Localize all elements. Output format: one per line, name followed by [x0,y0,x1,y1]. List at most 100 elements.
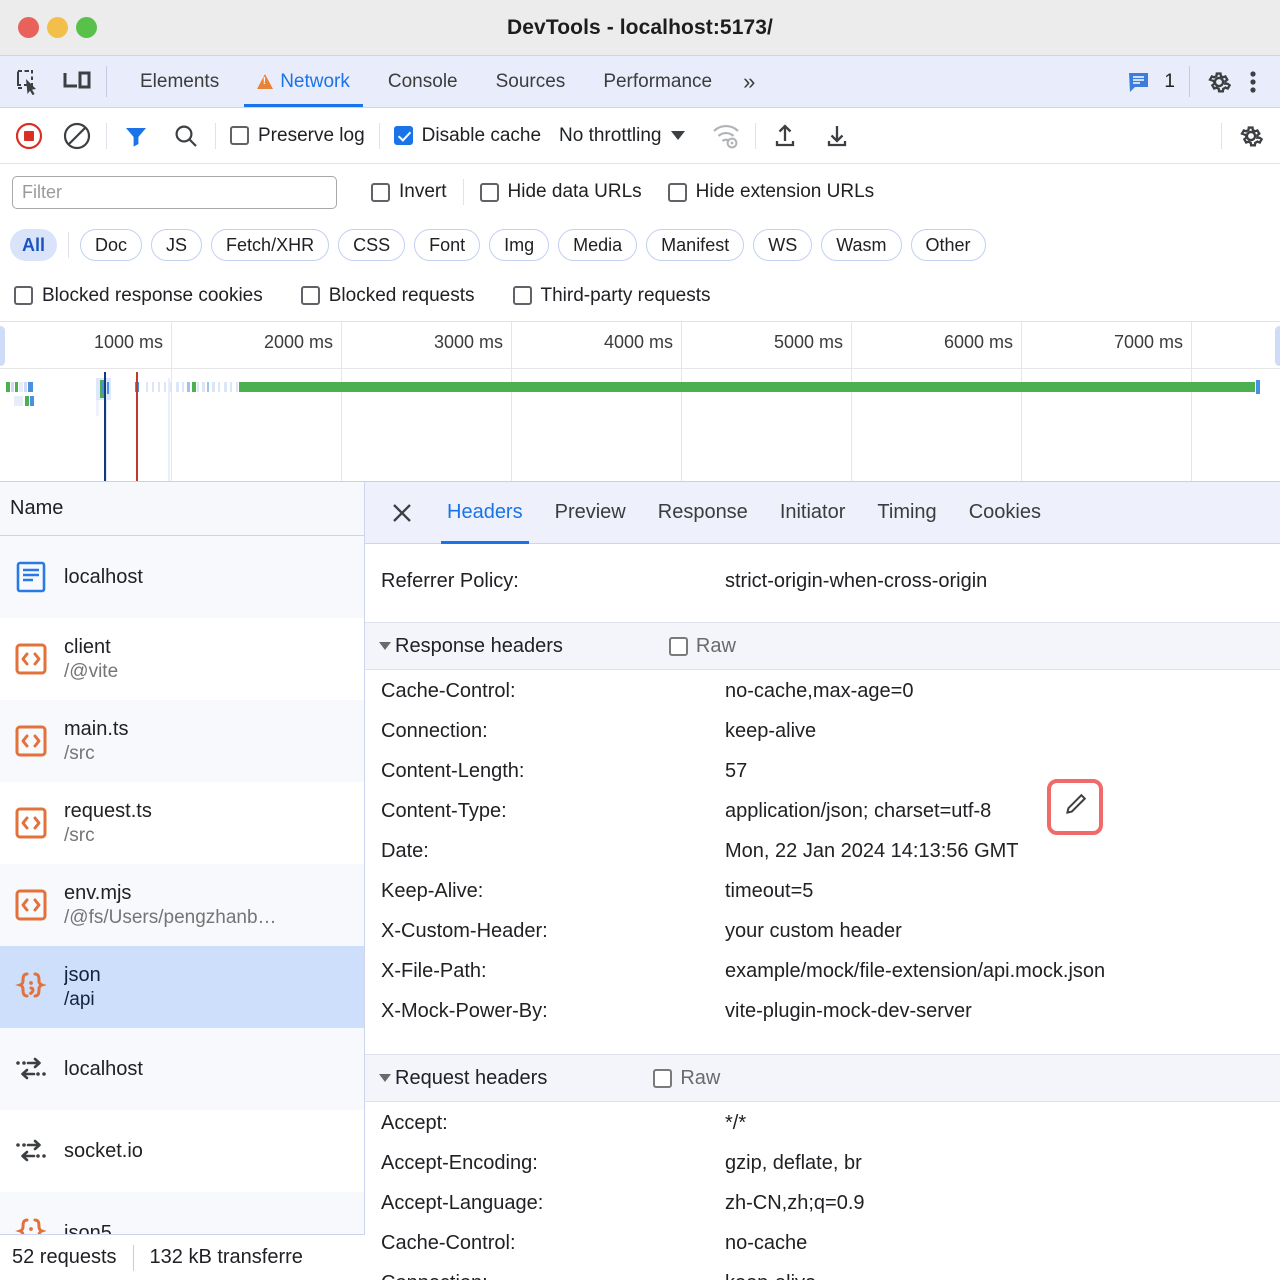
tab-performance[interactable]: Performance [584,56,731,107]
kebab-menu-icon[interactable] [1238,67,1268,97]
header-value: Mon, 22 Jan 2024 14:13:56 GMT [725,840,1019,863]
blocked-response-cookies-checkbox[interactable]: Blocked response cookies [14,285,263,307]
response-raw-checkbox[interactable]: Raw [669,635,736,658]
chip-wasm[interactable]: Wasm [821,229,901,261]
request-row-client[interactable]: client /@vite [0,618,364,700]
request-row-socket-io[interactable]: socket.io [0,1110,364,1192]
tab-timing[interactable]: Timing [861,482,952,544]
filter-toggle-icon[interactable] [121,121,151,151]
tab-elements[interactable]: Elements [121,56,238,107]
throttling-select[interactable]: No throttling [559,125,685,147]
clear-button[interactable] [62,121,92,151]
request-rows: localhost client /@vite [0,536,364,1280]
network-overview-timeline[interactable]: 1000 ms 2000 ms 3000 ms 4000 ms 5000 ms … [0,322,1280,482]
chip-doc[interactable]: Doc [80,229,142,261]
request-detail-panel: Headers Preview Response Initiator Timin… [365,482,1280,1280]
export-har-icon[interactable] [822,121,852,151]
chip-ws[interactable]: WS [753,229,812,261]
response-headers-section-header[interactable]: Response headers Raw [365,622,1280,670]
edit-header-highlight[interactable] [1047,779,1103,835]
filter-input[interactable] [12,176,337,209]
request-row-env-mjs[interactable]: env.mjs /@fs/Users/pengzhanb… [0,864,364,946]
window-titlebar: DevTools - localhost:5173/ [0,0,1280,56]
request-path: /@vite [64,660,118,684]
raw-label: Raw [680,1067,720,1090]
devtools-window: DevTools - localhost:5173/ Elements [0,0,1280,1280]
record-button[interactable] [14,121,44,151]
console-message-count: 1 [1164,71,1175,93]
hide-data-urls-checkbox[interactable]: Hide data URLs [480,181,642,203]
preserve-log-checkbox[interactable]: Preserve log [230,125,365,147]
hide-extension-urls-checkbox[interactable]: Hide extension URLs [668,181,874,203]
console-message-icon[interactable] [1124,67,1154,97]
device-toolbar-icon[interactable] [62,67,92,97]
headers-content[interactable]: Remote Address: 127.0.0.1:5173 Referrer … [365,544,1280,1280]
section-title: Request headers [395,1067,547,1090]
disable-cache-checkbox[interactable]: Disable cache [394,125,541,147]
request-row-main-ts[interactable]: main.ts /src [0,700,364,782]
request-row-localhost-doc[interactable]: localhost [0,536,364,618]
hide-data-urls-label: Hide data URLs [508,181,642,203]
inspect-element-icon[interactable] [14,67,44,97]
devtools-tabs: Elements Network Console Sources Perform… [121,56,767,107]
gear-icon[interactable] [1204,67,1234,97]
chip-img[interactable]: Img [489,229,549,261]
chip-media[interactable]: Media [558,229,637,261]
chip-font[interactable]: Font [414,229,480,261]
header-value: 57 [725,760,747,783]
tab-initiator[interactable]: Initiator [764,482,862,544]
request-count: 52 requests [12,1246,117,1269]
network-settings-gear-icon[interactable] [1236,121,1266,151]
tab-label: Console [388,71,458,93]
tab-network[interactable]: Network [238,56,369,107]
header-key: Connection: [381,720,725,743]
request-header-row: Connection: keep-alive [365,1272,1280,1280]
code-icon [12,886,50,924]
import-har-icon[interactable] [770,121,800,151]
network-body: Name localhost [0,482,1280,1280]
tab-preview[interactable]: Preview [539,482,642,544]
chip-fetch-xhr[interactable]: Fetch/XHR [211,229,329,261]
chip-all[interactable]: All [10,229,57,261]
section-title: Response headers [395,635,563,658]
overview-tick-label: 1000 ms [94,332,171,353]
request-raw-checkbox[interactable]: Raw [653,1067,720,1090]
request-list-column-header[interactable]: Name [0,482,364,536]
close-icon[interactable] [385,496,419,530]
tab-cookies[interactable]: Cookies [953,482,1057,544]
search-icon[interactable] [171,121,201,151]
tab-headers[interactable]: Headers [431,482,539,544]
more-tabs-chevron-icon[interactable]: » [731,56,767,107]
request-row-localhost-ws[interactable]: localhost [0,1028,364,1110]
chip-css[interactable]: CSS [338,229,405,261]
header-value: your custom header [725,920,902,943]
tab-sources[interactable]: Sources [477,56,585,107]
network-conditions-icon[interactable] [711,121,741,151]
chip-other[interactable]: Other [911,229,986,261]
toolbar-divider [106,123,107,149]
header-value: zh-CN,zh;q=0.9 [725,1192,865,1215]
request-headers-section-header[interactable]: Request headers Raw [365,1054,1280,1102]
header-key: Content-Type: [381,800,725,823]
invert-checkbox[interactable]: Invert [371,181,447,203]
chip-js[interactable]: JS [151,229,202,261]
json-icon [12,968,50,1006]
overview-left-handle[interactable] [0,326,5,366]
window-title: DevTools - localhost:5173/ [0,16,1280,40]
header-key: Cache-Control: [381,680,725,703]
checkbox-box [513,286,532,305]
blocked-requests-checkbox[interactable]: Blocked requests [301,285,475,307]
tab-response[interactable]: Response [642,482,764,544]
chip-manifest[interactable]: Manifest [646,229,744,261]
checkbox-box [669,637,688,656]
tab-console[interactable]: Console [369,56,477,107]
disable-cache-label: Disable cache [422,125,541,147]
overview-right-handle[interactable] [1275,326,1280,366]
request-row-json-api[interactable]: json /api [0,946,364,1028]
response-header-row: Keep-Alive: timeout=5 [365,880,1280,920]
tab-label: Sources [496,71,566,93]
pencil-edit-icon[interactable] [1062,792,1088,823]
header-value: no-cache,max-age=0 [725,680,913,703]
third-party-requests-checkbox[interactable]: Third-party requests [513,285,711,307]
request-row-request-ts[interactable]: request.ts /src [0,782,364,864]
